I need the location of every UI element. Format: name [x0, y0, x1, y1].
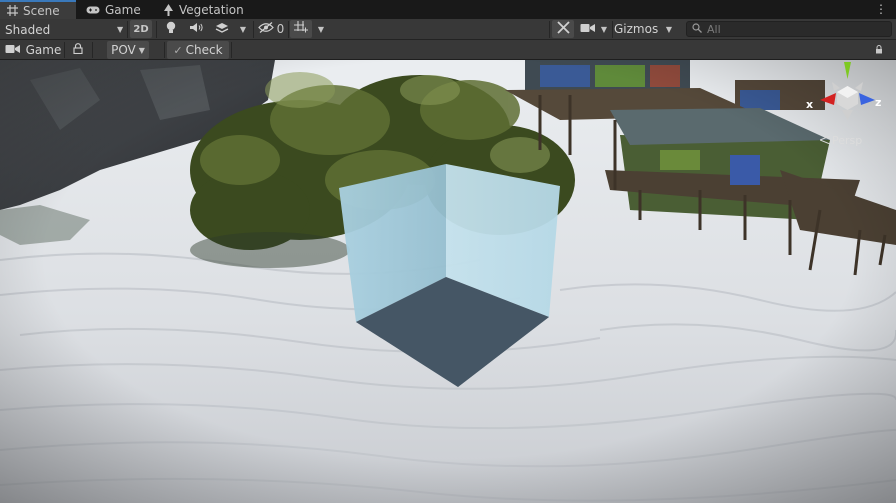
tools-button[interactable] [552, 20, 574, 38]
lock-icon [73, 43, 83, 57]
gamepad-icon [86, 5, 100, 15]
divider [549, 21, 550, 38]
gizmos-label: Gizmos [614, 22, 659, 36]
check-button[interactable]: ✓ Check [167, 41, 229, 59]
tab-bar: Scene Game Vegetation ⋮ [0, 0, 896, 19]
chevron-down-icon: ▼ [239, 24, 247, 34]
game-camera-label: Game [25, 43, 62, 57]
chevron-down-icon: ▼ [317, 24, 325, 34]
divider [92, 42, 93, 58]
grid-icon [7, 5, 18, 16]
tab-label: Vegetation [179, 2, 244, 17]
divider [612, 21, 613, 38]
pov-label: POV [111, 43, 136, 57]
game-camera-button[interactable]: Game [4, 41, 62, 59]
search-field[interactable]: All [686, 21, 892, 37]
gizmos-dropdown-button[interactable]: ▼ [662, 20, 676, 38]
speaker-icon [189, 22, 203, 36]
scene-viewport[interactable]: y x z Persp [0, 60, 896, 503]
video-camera-icon [5, 43, 20, 57]
tab-label: Scene [23, 3, 60, 18]
lighting-toggle-button[interactable] [160, 20, 182, 38]
lightbulb-icon [166, 21, 176, 37]
scene-visibility-toggle-button[interactable]: 0 [256, 20, 286, 38]
axis-x-label: x [806, 98, 814, 111]
chevron-down-icon: ▼ [665, 24, 673, 34]
lock-camera-button[interactable] [66, 41, 90, 59]
divider [164, 42, 165, 58]
camera-dropdown-button[interactable]: ▼ [598, 20, 610, 38]
tab-game[interactable]: Game [79, 0, 151, 19]
hidden-count: 0 [276, 22, 285, 36]
grid-snapping-button[interactable] [290, 20, 312, 38]
divider [231, 42, 232, 58]
grid-snap-icon [294, 20, 308, 38]
chevron-down-icon: ▼ [117, 25, 124, 34]
effects-dropdown-button[interactable]: ▼ [236, 20, 250, 38]
shading-mode-dropdown[interactable]: Shaded ▼ [5, 21, 125, 38]
check-label: Check [185, 43, 223, 57]
chevron-down-icon: ▼ [600, 24, 608, 34]
divider [64, 42, 65, 58]
scene-toolbar: Shaded ▼ 2D ▼ 0 ▼ ▼ Gizmos ▼ All [0, 19, 896, 40]
projection-toggle[interactable]: Persp [818, 134, 863, 147]
effects-toggle-button[interactable] [210, 20, 234, 38]
perspective-icon [818, 134, 831, 147]
audio-toggle-button[interactable] [185, 20, 207, 38]
divider [127, 21, 128, 38]
2d-toggle-button[interactable]: 2D [130, 20, 152, 38]
lock-icon[interactable] [875, 43, 883, 57]
pov-dropdown[interactable]: POV ▼ [107, 41, 149, 59]
eye-slash-icon [257, 22, 274, 36]
shading-mode-value: Shaded [5, 22, 51, 37]
camera-settings-button[interactable] [578, 20, 596, 38]
tab-label: Game [105, 2, 141, 17]
divider [253, 21, 254, 38]
scene-render [0, 60, 896, 503]
projection-label: Persp [832, 134, 863, 147]
tab-scene[interactable]: Scene [0, 0, 76, 19]
orientation-gizmo[interactable]: y x z [806, 60, 886, 130]
divider [288, 21, 289, 38]
camera-toolbar: Game POV ▼ ✓ Check [0, 40, 896, 60]
effects-layers-icon [215, 22, 229, 37]
2d-label: 2D [133, 23, 149, 35]
axis-z-label: z [875, 96, 882, 109]
checkmark-icon: ✓ [173, 43, 183, 57]
grid-dropdown-button[interactable]: ▼ [314, 20, 328, 38]
chevron-down-icon: ▼ [138, 45, 145, 55]
tree-icon [163, 3, 174, 16]
video-camera-icon [580, 22, 595, 36]
search-icon [692, 22, 702, 36]
divider [156, 21, 157, 38]
search-placeholder: All [707, 22, 721, 36]
tools-icon [556, 21, 570, 37]
gizmos-button[interactable]: Gizmos [614, 20, 660, 38]
tab-vegetation[interactable]: Vegetation [156, 0, 248, 19]
more-options-icon[interactable]: ⋮ [875, 2, 887, 16]
